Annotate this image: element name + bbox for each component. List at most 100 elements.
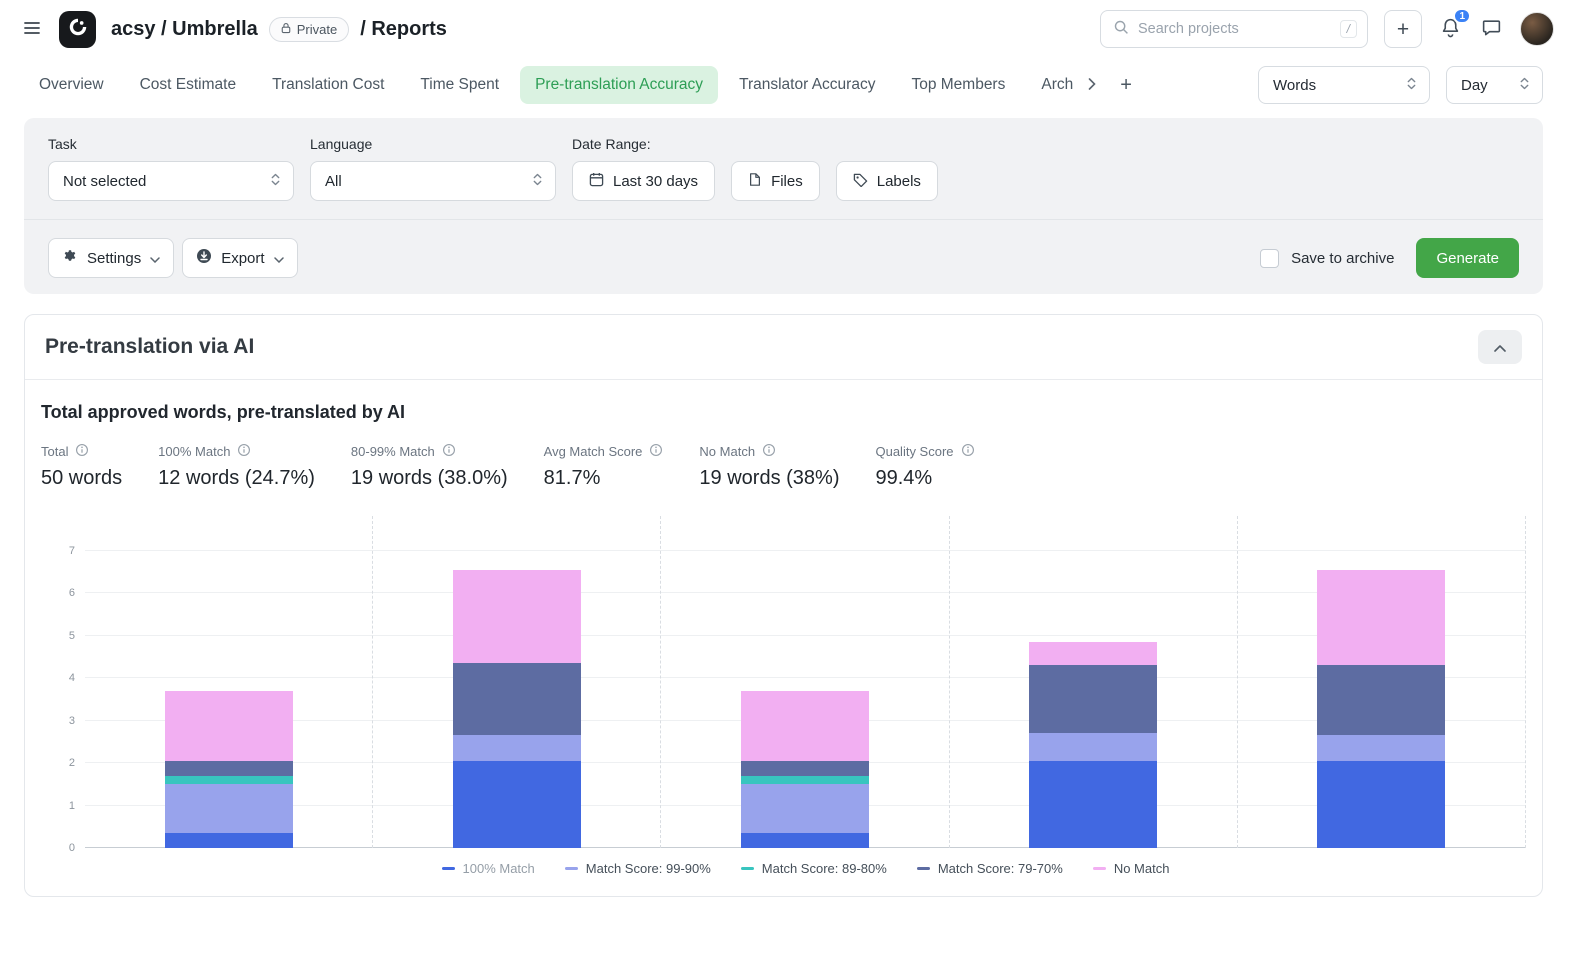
info-icon[interactable]	[75, 443, 89, 460]
date-range-buttons: Last 30 days Files Labels	[572, 161, 938, 201]
tabs-scroll-right-button[interactable]	[1079, 70, 1105, 101]
stat-value: 81.7%	[544, 467, 664, 490]
bar-segment[interactable]	[1029, 665, 1157, 733]
save-to-archive-checkbox[interactable]	[1260, 249, 1279, 268]
app-logo[interactable]	[59, 11, 96, 48]
legend-item[interactable]: 100% Match	[442, 861, 535, 876]
info-icon[interactable]	[442, 443, 456, 460]
stacked-bar[interactable]	[741, 691, 869, 848]
generate-group: Save to archive Generate	[1260, 238, 1519, 278]
stat-label: Avg Match Score	[544, 444, 643, 459]
bar-segment[interactable]	[741, 691, 869, 761]
date-range-value: Last 30 days	[613, 173, 698, 190]
bar-segment[interactable]	[1317, 570, 1445, 666]
breadcrumb-project[interactable]: acsy / Umbrella	[111, 18, 258, 41]
language-select[interactable]: All	[310, 161, 556, 201]
bar-segment[interactable]	[165, 833, 293, 848]
info-icon[interactable]	[762, 443, 776, 460]
export-button-label: Export	[221, 250, 264, 267]
bar-segment[interactable]	[741, 776, 869, 785]
search-input[interactable]	[1138, 21, 1331, 37]
period-select[interactable]: Day	[1446, 66, 1543, 104]
chevron-right-icon	[1088, 78, 1096, 93]
messages-button[interactable]	[1479, 15, 1504, 43]
stacked-bar[interactable]	[165, 691, 293, 848]
info-icon[interactable]	[961, 443, 975, 460]
labels-filter-button[interactable]: Labels	[836, 161, 938, 201]
report-card-body: Total approved words, pre-translated by …	[25, 380, 1542, 896]
bar-segment[interactable]	[1029, 642, 1157, 665]
date-range-button[interactable]: Last 30 days	[572, 161, 715, 201]
tab-time-spent[interactable]: Time Spent	[405, 66, 514, 104]
chart-legend: 100% Match Match Score: 99-90% Match Score…	[85, 861, 1526, 884]
tab-translation-cost[interactable]: Translation Cost	[257, 66, 399, 104]
tab-overview[interactable]: Overview	[24, 66, 119, 104]
stat-label: Quality Score	[875, 444, 953, 459]
bar-segment[interactable]	[1317, 735, 1445, 761]
caret-down-icon	[274, 250, 284, 267]
settings-button-label: Settings	[87, 250, 141, 267]
date-range-group: Date Range: Last 30 days Files	[572, 136, 938, 201]
tab-pre-translation-accuracy[interactable]: Pre-translation Accuracy	[520, 66, 718, 104]
files-filter-button[interactable]: Files	[731, 161, 820, 201]
bar-segment[interactable]	[165, 691, 293, 761]
stacked-bar[interactable]	[1317, 570, 1445, 848]
calendar-icon	[589, 172, 604, 191]
stat-avg-match-score: Avg Match Score 81.7%	[544, 443, 664, 490]
create-project-button[interactable]: +	[1384, 10, 1422, 48]
filter-row: Task Not selected Language All Date Rang…	[48, 136, 1519, 201]
notifications-button[interactable]: 1	[1438, 15, 1463, 43]
report-title: Pre-translation via AI	[45, 335, 254, 359]
bar-segment[interactable]	[741, 784, 869, 833]
legend-item[interactable]: Match Score: 89-80%	[741, 861, 887, 876]
lock-icon	[281, 22, 291, 37]
tab-translator-accuracy[interactable]: Translator Accuracy	[724, 66, 890, 104]
bar-segment[interactable]	[1317, 665, 1445, 735]
bar-segment[interactable]	[1317, 761, 1445, 848]
add-report-tab-button[interactable]: +	[1111, 67, 1141, 103]
bar-segment[interactable]	[165, 776, 293, 785]
bar-segment[interactable]	[741, 833, 869, 848]
bar-segment[interactable]	[741, 761, 869, 776]
collapse-card-button[interactable]	[1478, 330, 1522, 364]
chart-column	[1238, 516, 1526, 848]
y-tick-label: 1	[69, 800, 75, 812]
user-avatar[interactable]	[1520, 12, 1554, 46]
stacked-bar[interactable]	[1029, 642, 1157, 848]
stat-no-match: No Match 19 words (38%)	[699, 443, 839, 490]
chart-column	[373, 516, 661, 848]
actions-row: Settings Export Save to archive Generate	[48, 238, 1519, 278]
legend-item[interactable]: No Match	[1093, 861, 1170, 876]
chart-plot-area	[85, 516, 1526, 848]
stacked-bar[interactable]	[453, 570, 581, 848]
report-subtitle: Total approved words, pre-translated by …	[41, 402, 1526, 423]
hamburger-menu-button[interactable]	[20, 16, 44, 43]
info-icon[interactable]	[649, 443, 663, 460]
tab-cost-estimate[interactable]: Cost Estimate	[125, 66, 251, 104]
export-button[interactable]: Export	[182, 238, 297, 278]
bar-segment[interactable]	[1029, 733, 1157, 761]
task-select[interactable]: Not selected	[48, 161, 294, 201]
language-filter-group: Language All	[310, 136, 556, 201]
tab-archive[interactable]: Arch	[1026, 66, 1073, 104]
bar-segment[interactable]	[165, 761, 293, 776]
y-tick-label: 2	[69, 757, 75, 769]
breadcrumb: acsy / Umbrella Private / Reports	[111, 17, 447, 42]
bar-segment[interactable]	[453, 761, 581, 848]
settings-button[interactable]: Settings	[48, 238, 174, 278]
top-bar: acsy / Umbrella Private / Reports / + 1	[0, 0, 1588, 58]
legend-item[interactable]: Match Score: 99-90%	[565, 861, 711, 876]
tab-top-members[interactable]: Top Members	[896, 66, 1020, 104]
plus-icon: +	[1120, 75, 1132, 95]
info-icon[interactable]	[237, 443, 251, 460]
stat-total: Total 50 words	[41, 443, 122, 490]
report-card-header: Pre-translation via AI	[25, 315, 1542, 380]
bar-segment[interactable]	[453, 570, 581, 664]
bar-segment[interactable]	[165, 784, 293, 833]
generate-button[interactable]: Generate	[1416, 238, 1519, 278]
legend-item[interactable]: Match Score: 79-70%	[917, 861, 1063, 876]
bar-segment[interactable]	[453, 663, 581, 735]
unit-select[interactable]: Words	[1258, 66, 1430, 104]
bar-segment[interactable]	[453, 735, 581, 761]
bar-segment[interactable]	[1029, 761, 1157, 848]
